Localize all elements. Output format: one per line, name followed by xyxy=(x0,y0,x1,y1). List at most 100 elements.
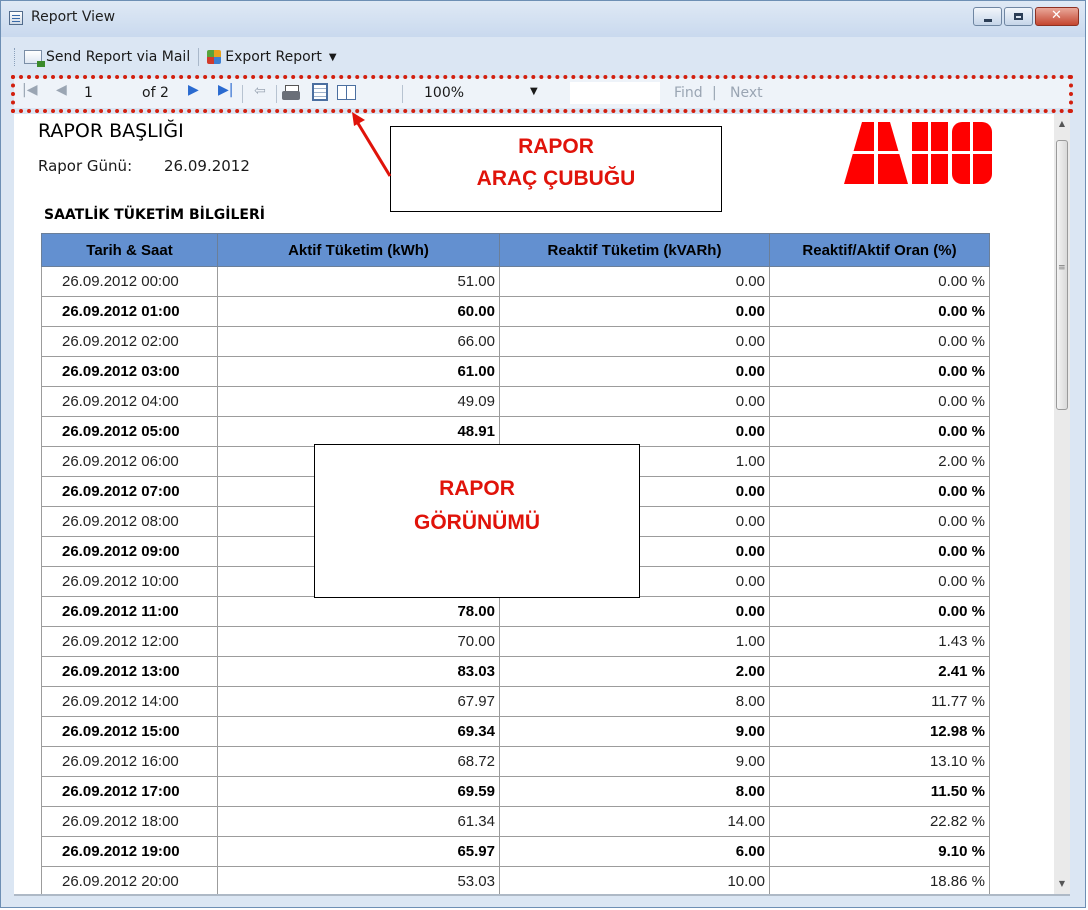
table-row: 26.09.2012 02:00 66.00 0.00 0.00 % xyxy=(41,326,990,357)
cell-ratio: 9.10 % xyxy=(769,836,990,867)
table-row: 26.09.2012 05:00 48.91 0.00 0.00 % xyxy=(41,416,990,447)
page-setup-icon[interactable] xyxy=(336,83,356,101)
cell-reactive: 10.00 xyxy=(499,866,770,894)
cell-reactive: 0.00 xyxy=(499,386,770,417)
table-row: 26.09.2012 19:00 65.97 6.00 9.10 % xyxy=(41,836,990,867)
export-report-button[interactable]: Export Report ▼ xyxy=(207,49,337,65)
table-row: 26.09.2012 11:00 78.00 0.00 0.00 % xyxy=(41,596,990,627)
section-heading: SAATLİK TÜKETİM BİLGİLERİ xyxy=(44,207,265,223)
table-header-row: Tarih & Saat Aktif Tüketim (kWh) Reaktif… xyxy=(41,233,990,267)
column-header-ratio: Reaktif/Aktif Oran (%) xyxy=(769,233,990,267)
cell-datetime: 26.09.2012 12:00 xyxy=(41,626,218,657)
table-row: 26.09.2012 16:00 68.72 9.00 13.10 % xyxy=(41,746,990,777)
close-button[interactable] xyxy=(1035,7,1079,26)
cell-datetime: 26.09.2012 09:00 xyxy=(41,536,218,567)
table-row: 26.09.2012 14:00 67.97 8.00 11.77 % xyxy=(41,686,990,717)
cell-active: 61.00 xyxy=(217,356,500,387)
menu-separator xyxy=(198,48,200,66)
cell-reactive: 0.00 xyxy=(499,266,770,297)
column-header-active: Aktif Tüketim (kWh) xyxy=(217,233,500,267)
minimize-button[interactable] xyxy=(973,7,1002,26)
toolbar-separator xyxy=(276,85,277,103)
cell-datetime: 26.09.2012 01:00 xyxy=(41,296,218,327)
table-row: 26.09.2012 00:00 51.00 0.00 0.00 % xyxy=(41,266,990,297)
zoom-select[interactable]: 100% ▼ xyxy=(414,82,562,104)
zoom-value: 100% xyxy=(424,85,465,101)
prev-page-icon[interactable]: ◀ xyxy=(56,82,67,98)
cell-ratio: 0.00 % xyxy=(769,386,990,417)
cell-reactive: 2.00 xyxy=(499,656,770,687)
bottom-border xyxy=(14,894,1070,896)
report-viewport: RAPOR BAŞLIĞI Rapor Günü: 26.09.2012 SAA… xyxy=(14,114,1054,894)
zoom-dropdown-icon: ▼ xyxy=(530,86,538,97)
scroll-down-icon[interactable]: ▼ xyxy=(1054,876,1070,892)
print-icon[interactable] xyxy=(282,84,302,102)
scroll-up-icon[interactable]: ▲ xyxy=(1054,116,1070,132)
send-mail-button[interactable]: Send Report via Mail xyxy=(24,49,191,67)
cell-ratio: 0.00 % xyxy=(769,596,990,627)
report-menubar: Send Report via Mail Export Report ▼ xyxy=(14,40,337,74)
maximize-button[interactable] xyxy=(1004,7,1033,26)
vertical-scrollbar[interactable]: ▲ ▼ xyxy=(1054,114,1070,894)
page-number-input[interactable]: 1 xyxy=(84,85,130,101)
send-mail-label: Send Report via Mail xyxy=(46,49,191,65)
cell-datetime: 26.09.2012 14:00 xyxy=(41,686,218,717)
back-icon[interactable]: ⇦ xyxy=(254,83,266,99)
toolbar-separator xyxy=(242,85,243,103)
cell-datetime: 26.09.2012 17:00 xyxy=(41,776,218,807)
cell-datetime: 26.09.2012 13:00 xyxy=(41,656,218,687)
cell-ratio: 0.00 % xyxy=(769,326,990,357)
table-row: 26.09.2012 17:00 69.59 8.00 11.50 % xyxy=(41,776,990,807)
cell-reactive: 6.00 xyxy=(499,836,770,867)
find-next-button[interactable]: Next xyxy=(730,85,763,101)
cell-ratio: 12.98 % xyxy=(769,716,990,747)
table-row: 26.09.2012 13:00 83.03 2.00 2.41 % xyxy=(41,656,990,687)
cell-active: 69.34 xyxy=(217,716,500,747)
cell-datetime: 26.09.2012 06:00 xyxy=(41,446,218,477)
cell-datetime: 26.09.2012 19:00 xyxy=(41,836,218,867)
cell-ratio: 0.00 % xyxy=(769,566,990,597)
cell-ratio: 1.43 % xyxy=(769,626,990,657)
cell-reactive: 9.00 xyxy=(499,716,770,747)
cell-datetime: 26.09.2012 02:00 xyxy=(41,326,218,357)
first-page-icon[interactable]: |◀ xyxy=(22,82,37,98)
toolbar-callout: RAPOR ARAÇ ÇUBUĞU xyxy=(390,126,722,212)
cell-ratio: 2.00 % xyxy=(769,446,990,477)
cell-datetime: 26.09.2012 18:00 xyxy=(41,806,218,837)
cell-ratio: 0.00 % xyxy=(769,356,990,387)
scroll-thumb[interactable] xyxy=(1056,140,1068,410)
cell-ratio: 0.00 % xyxy=(769,536,990,567)
cell-active: 65.97 xyxy=(217,836,500,867)
export-label: Export Report xyxy=(225,49,322,65)
report-title: RAPOR BAŞLIĞI xyxy=(38,120,184,142)
table-row: 26.09.2012 04:00 49.09 0.00 0.00 % xyxy=(41,386,990,417)
next-page-icon[interactable]: ▶ xyxy=(188,82,199,98)
cell-active: 78.00 xyxy=(217,596,500,627)
find-separator: | xyxy=(712,85,717,101)
last-page-icon[interactable]: ▶| xyxy=(218,82,233,98)
cell-active: 61.34 xyxy=(217,806,500,837)
cell-datetime: 26.09.2012 15:00 xyxy=(41,716,218,747)
page-count: of 2 xyxy=(142,85,169,101)
cell-ratio: 11.77 % xyxy=(769,686,990,717)
cell-datetime: 26.09.2012 20:00 xyxy=(41,866,218,894)
find-button[interactable]: Find xyxy=(674,85,703,101)
print-layout-icon[interactable] xyxy=(312,83,328,101)
cell-active: 68.72 xyxy=(217,746,500,777)
cell-ratio: 0.00 % xyxy=(769,266,990,297)
cell-reactive: 14.00 xyxy=(499,806,770,837)
cell-ratio: 2.41 % xyxy=(769,656,990,687)
find-text-input[interactable] xyxy=(570,82,660,104)
cell-datetime: 26.09.2012 16:00 xyxy=(41,746,218,777)
cell-reactive: 9.00 xyxy=(499,746,770,777)
toolbar-callout-line2: ARAÇ ÇUBUĞU xyxy=(476,167,636,190)
column-header-reactive: Reaktif Tüketim (kVARh) xyxy=(499,233,770,267)
cell-ratio: 18.86 % xyxy=(769,866,990,894)
abb-logo xyxy=(844,122,998,184)
cell-reactive: 0.00 xyxy=(499,356,770,387)
cell-active: 60.00 xyxy=(217,296,500,327)
cell-datetime: 26.09.2012 08:00 xyxy=(41,506,218,537)
table-row: 26.09.2012 20:00 53.03 10.00 18.86 % xyxy=(41,866,990,894)
cell-reactive: 1.00 xyxy=(499,626,770,657)
cell-reactive: 0.00 xyxy=(499,596,770,627)
